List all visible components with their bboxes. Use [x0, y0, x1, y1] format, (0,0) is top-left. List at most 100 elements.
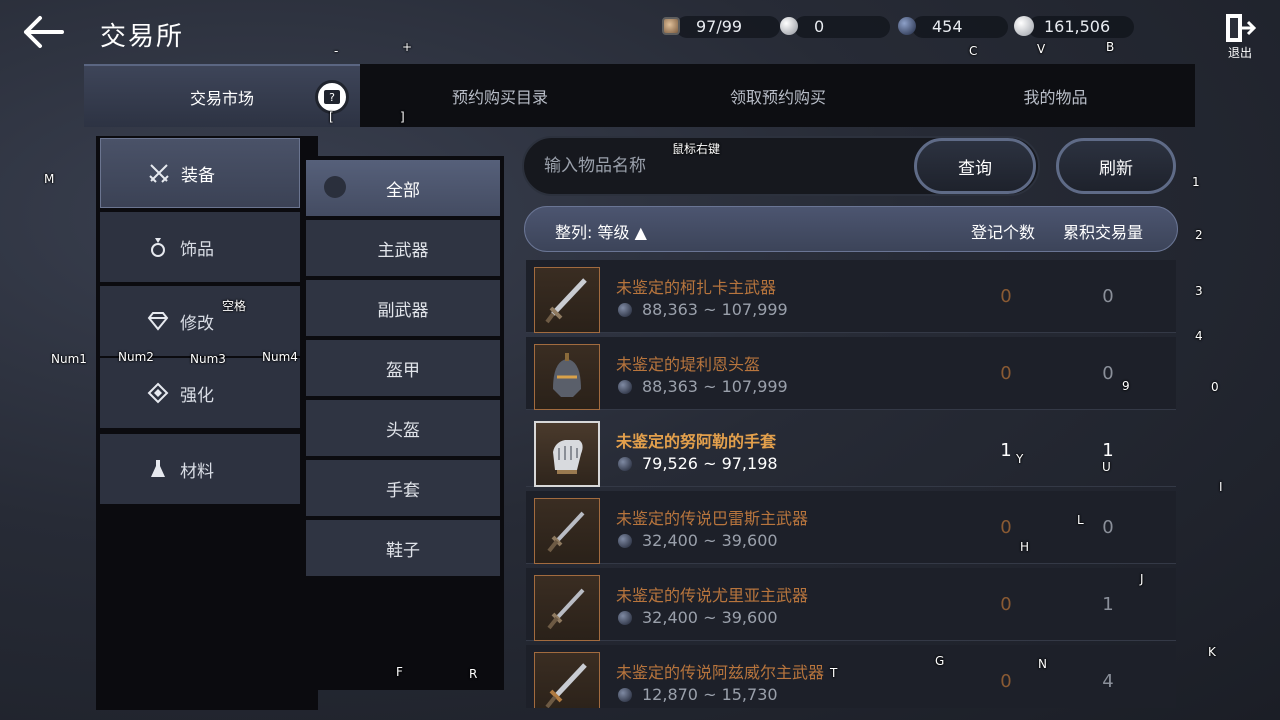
category-label: 装备 [181, 165, 215, 186]
item-price: 12,870 ~ 15,730 [618, 685, 778, 704]
hotkey-c: C [969, 44, 978, 58]
registered-count: 0 [1000, 363, 1012, 384]
item-price: 79,526 ~ 97,198 [618, 454, 778, 473]
hotkey-lbracket: [ [329, 110, 334, 124]
hotkey-u: U [1102, 460, 1111, 474]
price-range: 88,363 ~ 107,999 [642, 377, 788, 396]
item-row[interactable]: 未鉴定的传说阿兹威尔主武器 12,870 ~ 15,730 0 4 [526, 645, 1176, 708]
item-list: 未鉴定的柯扎卡主武器 88,363 ~ 107,999 0 0 未鉴定的堤利恩头… [526, 258, 1176, 708]
hotkey-g: G [935, 654, 945, 668]
currency-silver: 0 [780, 14, 890, 38]
registered-count: 1 [1000, 440, 1012, 461]
category-equipment[interactable]: 装备 [100, 138, 300, 208]
registered-count: 0 [1000, 517, 1012, 538]
hotkey-1: 1 [1192, 175, 1200, 189]
exit-label: 退出 [1227, 46, 1252, 60]
hotkey-3: 3 [1195, 284, 1203, 298]
hotkey-9: 9 [1122, 379, 1130, 393]
gauntlet-icon [534, 421, 600, 487]
column-registered-header[interactable]: 登记个数 [971, 219, 1035, 243]
subcategory-helmet[interactable]: 头盔 [306, 400, 500, 456]
subcategory-armor[interactable]: 盔甲 [306, 340, 500, 396]
subcategory-main-weapon[interactable]: 主武器 [306, 220, 500, 276]
hotkey-plus: + [402, 40, 413, 54]
hotkey-num3: Num3 [190, 352, 226, 366]
hotkey-l: L [1077, 513, 1084, 527]
item-name: 未鉴定的努阿勒的手套 [616, 432, 777, 451]
item-row[interactable]: 未鉴定的柯扎卡主武器 88,363 ~ 107,999 0 0 [526, 260, 1176, 333]
item-row-selected[interactable]: 未鉴定的努阿勒的手套 79,526 ~ 97,198 1 1 [526, 414, 1176, 487]
hotkey-k: K [1208, 645, 1216, 659]
sort-dropdown[interactable]: 整列: 等级 ▲ [555, 219, 647, 243]
contribution-icon [662, 17, 680, 35]
sort-bar: 整列: 等级 ▲ 登记个数 累积交易量 [524, 206, 1178, 252]
price-range: 12,870 ~ 15,730 [642, 685, 778, 704]
category-modify[interactable]: 修改 [100, 286, 300, 356]
back-arrow-icon[interactable] [22, 14, 64, 50]
currency-value: 97/99 [696, 16, 743, 36]
subcategory-gloves[interactable]: 手套 [306, 460, 500, 516]
item-name: 未鉴定的传说巴雷斯主武器 [616, 509, 809, 528]
price-range: 79,526 ~ 97,198 [642, 454, 778, 473]
gold-coin-icon [1014, 16, 1034, 36]
registered-count: 0 [1000, 671, 1012, 692]
price-range: 88,363 ~ 107,999 [642, 300, 788, 319]
currency-value: 454 [932, 16, 963, 36]
category-accessory[interactable]: 饰品 [100, 212, 300, 282]
registered-count: 0 [1000, 286, 1012, 307]
accumulated-count: 1 [1102, 440, 1114, 461]
silver-icon [618, 302, 632, 317]
accumulated-count: 1 [1102, 594, 1114, 615]
refresh-button[interactable]: 刷新 [1056, 138, 1176, 194]
item-name: 未鉴定的堤利恩头盔 [616, 355, 761, 374]
query-button[interactable]: 查询 [914, 138, 1036, 194]
hotkey-2: 2 [1195, 228, 1203, 242]
silver-icon [618, 687, 632, 702]
item-row[interactable]: 未鉴定的传说巴雷斯主武器 32,400 ~ 39,600 0 0 [526, 491, 1176, 564]
currency-contribution: 97/99 [662, 14, 782, 38]
currency-value: 0 [814, 16, 825, 36]
currency-gem: 454 [898, 14, 1008, 38]
subcategory-shoes[interactable]: 鞋子 [306, 520, 500, 576]
flask-icon [146, 457, 170, 481]
gem-icon [146, 309, 170, 333]
dagger-icon [534, 575, 600, 641]
dagger-icon [534, 498, 600, 564]
hotkey-b: B [1106, 40, 1115, 54]
item-row[interactable]: 未鉴定的堤利恩头盔 88,363 ~ 107,999 0 0 [526, 337, 1176, 410]
hotkey-minus: - [334, 44, 339, 58]
category-material[interactable]: 材料 [100, 434, 300, 504]
hotkey-m: M [44, 172, 55, 186]
subcategory-sub-weapon[interactable]: 副武器 [306, 280, 500, 336]
hotkey-num2: Num2 [118, 350, 154, 364]
silver-icon [618, 456, 632, 471]
item-row[interactable]: 未鉴定的传说尤里亚主武器 32,400 ~ 39,600 0 1 [526, 568, 1176, 641]
help-book-icon[interactable]: ? [315, 80, 349, 114]
hotkey-n: N [1038, 657, 1047, 671]
exit-door-icon[interactable] [1222, 12, 1258, 46]
hotkey-4: 4 [1195, 329, 1203, 343]
tab-my-items[interactable]: 我的物品 [916, 64, 1195, 127]
item-search-input[interactable] [544, 148, 904, 184]
hotkey-v: V [1037, 42, 1046, 56]
category-enhance[interactable]: 强化 [100, 358, 300, 428]
category-label: 修改 [180, 313, 214, 334]
currency-gold: 161,506 [1014, 14, 1134, 38]
hotkey-space: 空格 [222, 299, 247, 313]
category-panel: 装备 饰品 修改 强化 材料 [96, 136, 318, 710]
hotkey-num4: Num4 [262, 350, 298, 364]
hotkey-y: Y [1016, 452, 1024, 466]
silver-icon [618, 533, 632, 548]
hotkey-h: H [1020, 540, 1030, 554]
column-accumulated-header[interactable]: 累积交易量 [1063, 219, 1143, 243]
subcategory-label: 全部 [386, 180, 420, 201]
registered-count: 0 [1000, 594, 1012, 615]
silver-icon [618, 610, 632, 625]
accumulated-count: 0 [1102, 363, 1114, 384]
silver-icon [618, 379, 632, 394]
hotkey-t: T [830, 666, 838, 680]
page-title: 交易所 [100, 22, 185, 52]
item-price: 32,400 ~ 39,600 [618, 608, 778, 627]
subcategory-all[interactable]: 全部 [306, 160, 500, 216]
tab-claim-reserve[interactable]: 领取预约购买 [640, 64, 916, 127]
